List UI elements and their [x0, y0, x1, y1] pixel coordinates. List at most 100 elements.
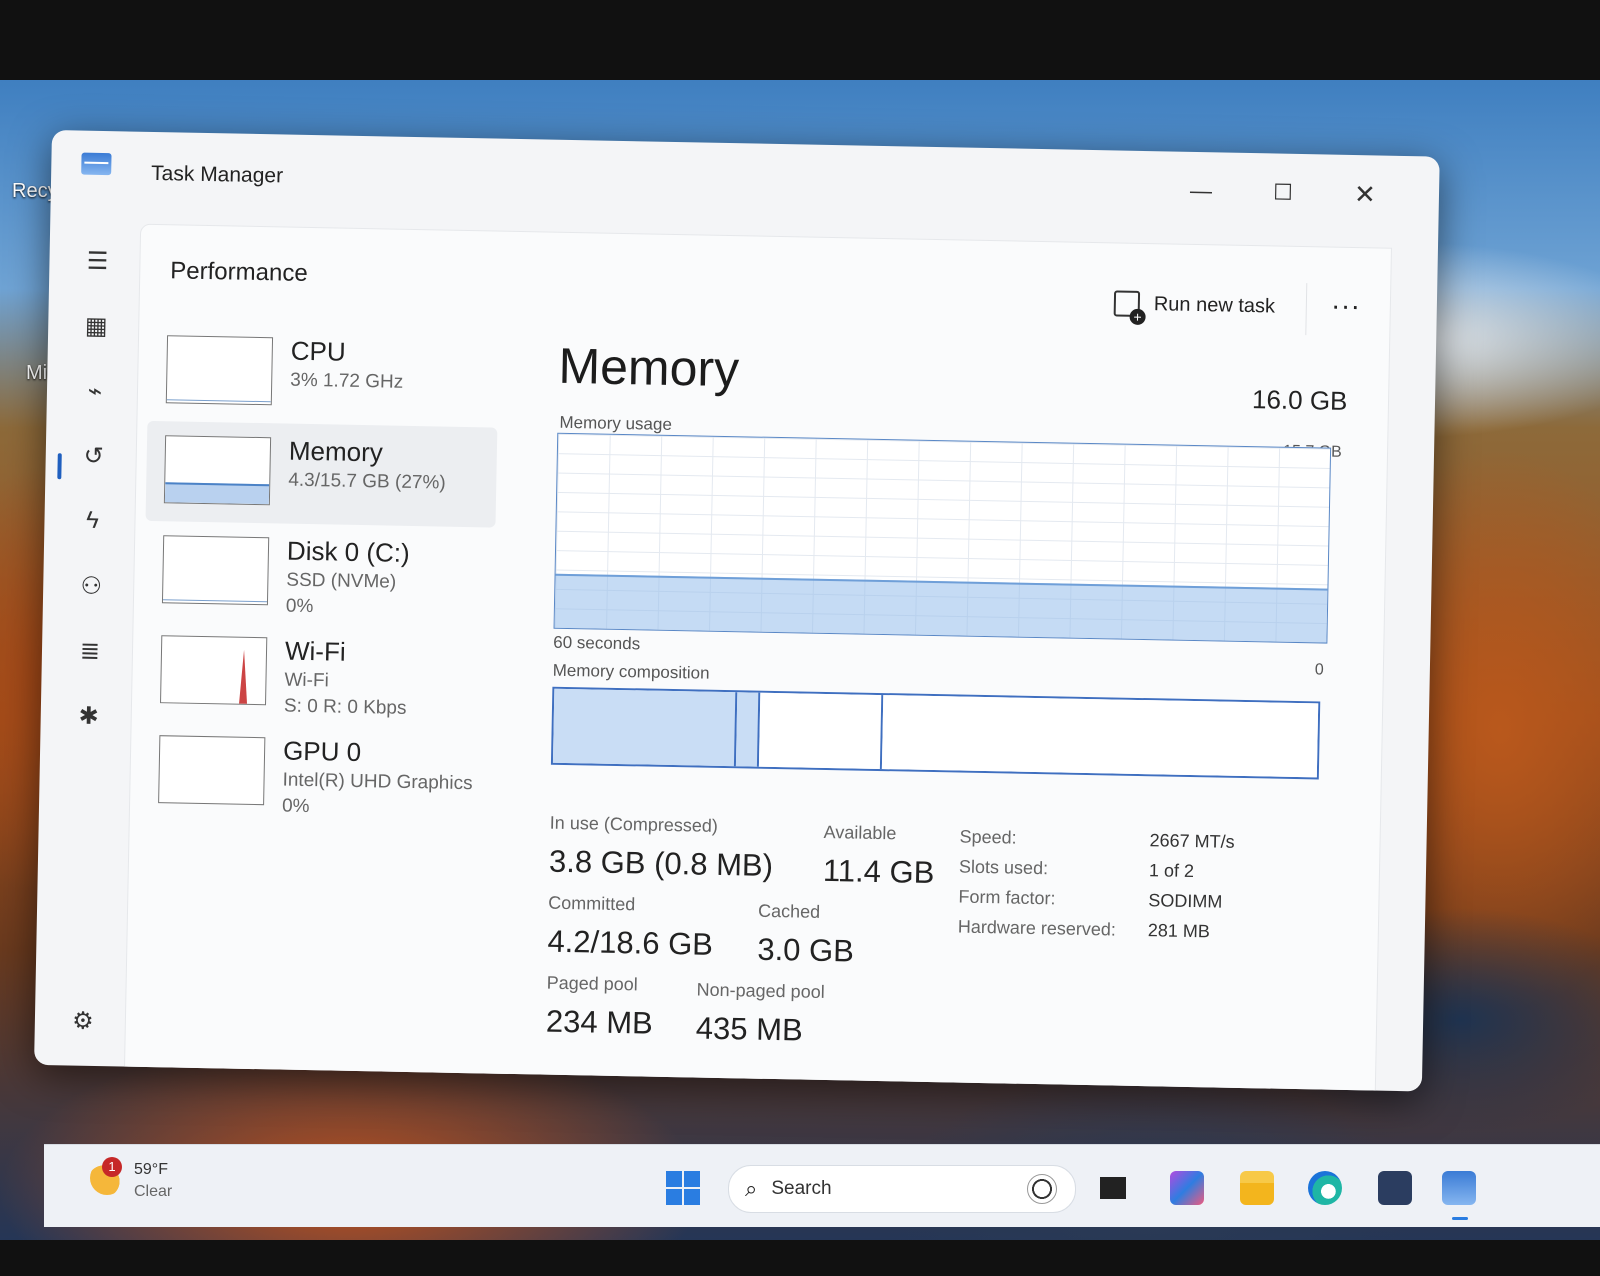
edge-browser-icon[interactable]: [1308, 1171, 1342, 1205]
spec-key: Form factor:: [958, 886, 1056, 909]
spec-value: SODIMM: [1148, 890, 1223, 912]
weather-widget[interactable]: 1 59°F Clear: [90, 1157, 173, 1201]
more-options-button[interactable]: ...: [1332, 284, 1362, 317]
microsoft-store-icon[interactable]: [1378, 1171, 1412, 1205]
details-icon[interactable]: ≣: [68, 630, 113, 671]
device-detail-2: 0%: [281, 795, 310, 818]
window-title: Task Manager: [150, 161, 284, 188]
spec-key: Slots used:: [958, 856, 1049, 879]
task-manager-app-icon: [81, 152, 112, 176]
performance-icon[interactable]: ⌁: [73, 370, 118, 411]
spec-value: 1 of 2: [1148, 860, 1195, 882]
app-history-icon[interactable]: ↺: [71, 435, 116, 476]
device-detail-2: S: 0 R: 0 Kbps: [283, 695, 407, 719]
close-button[interactable]: ✕: [1345, 177, 1386, 212]
composition-segment-standby: [759, 692, 883, 770]
stat-label: Paged pool: [546, 972, 638, 995]
weather-temperature: 59°F: [134, 1161, 168, 1178]
device-item-gpu[interactable]: GPU 0 Intel(R) UHD Graphics 0%: [140, 721, 492, 828]
device-detail: Wi-Fi: [284, 669, 329, 692]
startup-apps-icon[interactable]: ϟ: [70, 500, 115, 541]
device-name: GPU 0: [282, 735, 362, 768]
stat-value: 3.0 GB: [757, 931, 855, 969]
stat-value: 3.8 GB (0.8 MB): [548, 843, 774, 883]
device-detail: 4.3/15.7 GB (27%): [288, 469, 446, 494]
memory-total: 16.0 GB: [1251, 384, 1348, 416]
device-name: Memory: [288, 435, 384, 468]
stat-value: 11.4 GB: [822, 852, 935, 891]
stat-label: Non-paged pool: [696, 979, 825, 1002]
active-app-indicator: [1452, 1217, 1468, 1220]
memory-usage-graph: [553, 432, 1332, 644]
header-divider: [1305, 283, 1308, 336]
usage-axis-right: 0: [1314, 661, 1324, 679]
composition-segment-in-use: [552, 688, 738, 767]
spec-key: Speed:: [959, 826, 1017, 848]
memory-usage-label: Memory usage: [559, 412, 673, 434]
stat-available: Available 11.4 GB: [823, 822, 936, 891]
stat-label: Committed: [548, 892, 636, 915]
memory-specs: Speed: 2667 MT/s Slots used: 1 of 2 Form…: [957, 827, 1319, 954]
spec-key: Hardware reserved:: [957, 916, 1117, 940]
device-name: CPU: [290, 335, 346, 367]
stat-value: 4.2/18.6 GB: [547, 923, 714, 962]
cpu-thumbnail-graph: [165, 335, 274, 406]
microsoft-365-icon[interactable]: [1170, 1171, 1204, 1205]
memory-title: Memory: [558, 337, 740, 398]
stat-paged-pool: Paged pool 234 MB: [546, 973, 654, 1042]
composition-segment-free: [881, 695, 1319, 778]
stat-value: 234 MB: [545, 1003, 654, 1041]
device-detail: Intel(R) UHD Graphics: [282, 769, 473, 795]
stat-label: In use (Compressed): [549, 812, 719, 836]
device-detail: 3% 1.72 GHz: [290, 369, 404, 393]
stat-committed: Committed 4.2/18.6 GB: [547, 893, 714, 963]
stat-value: 435 MB: [695, 1010, 804, 1048]
services-icon[interactable]: ✱: [66, 695, 111, 736]
spec-row-hardware-reserved: Hardware reserved: 281 MB: [957, 917, 1318, 954]
users-icon[interactable]: ⚇: [69, 565, 114, 606]
spec-value: 2667 MT/s: [1149, 830, 1235, 852]
run-new-task-button[interactable]: Run new task: [1113, 285, 1276, 324]
stat-in-use: In use (Compressed) 3.8 GB (0.8 MB): [549, 813, 774, 884]
memory-composition-label: Memory composition: [552, 660, 710, 683]
stat-label: Available: [823, 821, 897, 844]
stat-label: Cached: [757, 900, 821, 922]
usage-axis-left: 60 seconds: [553, 632, 641, 654]
start-button[interactable]: [666, 1171, 700, 1205]
device-list: CPU 3% 1.72 GHz Memory 4.3/15.7 GB (27%)…: [140, 321, 500, 828]
search-placeholder: Search: [771, 1178, 832, 1199]
run-task-icon: [1113, 290, 1141, 317]
processes-icon[interactable]: ▦: [74, 305, 119, 346]
device-name: Disk 0 (C:): [286, 535, 411, 568]
wifi-thumbnail-graph: [160, 635, 268, 706]
task-manager-window: Task Manager — ☐ ✕ ☰ ▦ ⌁ ↺ ϟ ⚇ ≣ ✱ ⚙ Per…: [34, 130, 1440, 1092]
minimize-button[interactable]: —: [1181, 174, 1222, 209]
task-manager-taskbar-icon[interactable]: [1442, 1171, 1476, 1205]
spec-value: 281 MB: [1147, 920, 1211, 942]
device-item-wifi[interactable]: Wi-Fi Wi-Fi S: 0 R: 0 Kbps: [142, 621, 494, 728]
stat-cached: Cached 3.0 GB: [757, 901, 855, 970]
taskbar-search-box[interactable]: ⌕ Search: [728, 1165, 1076, 1213]
notification-badge: 1: [102, 1157, 122, 1177]
soccer-ball-icon: [1027, 1174, 1057, 1204]
device-detail: SSD (NVMe): [286, 569, 397, 593]
device-item-cpu[interactable]: CPU 3% 1.72 GHz: [147, 321, 499, 428]
settings-icon[interactable]: ⚙: [61, 1000, 106, 1041]
stat-non-paged-pool: Non-paged pool 435 MB: [696, 980, 825, 1049]
device-item-memory[interactable]: Memory 4.3/15.7 GB (27%): [145, 420, 498, 528]
hamburger-menu-icon[interactable]: ☰: [75, 240, 120, 281]
device-name: Wi-Fi: [284, 635, 346, 667]
weather-sun-icon: 1: [90, 1157, 124, 1195]
maximize-button[interactable]: ☐: [1263, 175, 1304, 210]
file-explorer-icon[interactable]: [1240, 1171, 1274, 1205]
weather-condition: Clear: [134, 1183, 173, 1200]
task-view-icon[interactable]: [1096, 1171, 1130, 1205]
composition-segment-modified: [736, 692, 761, 767]
performance-page: Performance Run new task ... CPU 3% 1.72…: [123, 223, 1392, 1092]
disk-thumbnail-graph: [161, 535, 270, 606]
gpu-thumbnail-graph: [158, 735, 266, 806]
device-item-disk[interactable]: Disk 0 (C:) SSD (NVMe) 0%: [144, 521, 496, 628]
run-new-task-label: Run new task: [1153, 292, 1276, 318]
page-title: Performance: [170, 257, 308, 287]
memory-composition-bar: [550, 686, 1321, 780]
